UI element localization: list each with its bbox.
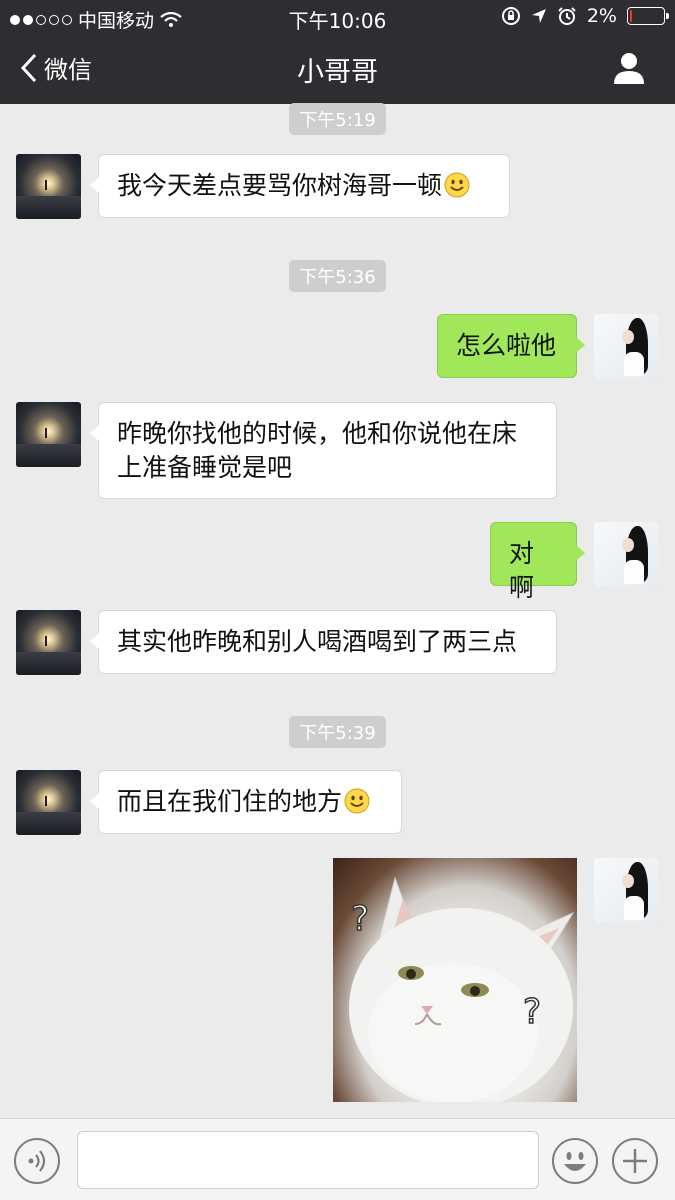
message-text: 而且在我们住的地方 — [117, 787, 343, 816]
battery-percent: 2% — [586, 5, 617, 27]
timestamp: 下午5:19 — [0, 103, 675, 135]
message-text-line: 昨晚你找他的时候，他和你说他在床 — [117, 419, 518, 448]
timestamp-text: 下午5:36 — [289, 260, 386, 292]
cat-drawing: ? ? — [349, 876, 575, 1102]
timestamp-text: 下午5:19 — [289, 103, 386, 135]
input-bar — [0, 1118, 675, 1200]
message-text: 我今天差点要骂你树海哥一顿 — [117, 171, 443, 200]
nav-bar: 微信 小哥哥 — [0, 34, 675, 104]
battery-fill — [630, 10, 632, 22]
back-label: 微信 — [44, 56, 92, 84]
my-avatar[interactable] — [594, 314, 659, 379]
voice-icon — [28, 1150, 46, 1172]
status-bar: 中国移动 下午10:06 2% — [0, 0, 675, 34]
question-mark: ? — [523, 992, 541, 1032]
chat-title: 小哥哥 — [297, 57, 378, 88]
message-bubble-outgoing[interactable]: 对啊 — [490, 522, 585, 602]
chevron-left-icon — [20, 53, 37, 82]
message-bubble-incoming[interactable]: 我今天差点要骂你树海哥一顿 — [90, 154, 510, 218]
message-input[interactable] — [77, 1131, 539, 1189]
contact-avatar[interactable] — [16, 610, 81, 675]
smile-emoji-icon — [444, 172, 470, 198]
message-bubble-incoming[interactable]: 而且在我们住的地方 — [90, 770, 402, 834]
status-right: 2% — [501, 5, 669, 27]
smile-emoji-icon — [344, 788, 370, 814]
timestamp: 下午5:39 — [0, 716, 675, 748]
question-mark: ? — [351, 899, 369, 939]
contact-avatar[interactable] — [16, 770, 81, 835]
alarm-icon — [558, 7, 576, 25]
timestamp-text: 下午5:39 — [289, 716, 386, 748]
message-bubble-outgoing[interactable]: 怎么啦他 — [437, 314, 585, 378]
voice-button[interactable] — [14, 1138, 60, 1184]
message-bubble-incoming[interactable]: 其实他昨晚和别人喝酒喝到了两三点 — [90, 610, 557, 674]
message-text-line: 上准备睡觉是吧 — [117, 453, 293, 482]
message-text: 其实他昨晚和别人喝酒喝到了两三点 — [117, 627, 518, 656]
location-icon — [531, 9, 546, 23]
battery-icon — [627, 7, 669, 25]
my-avatar[interactable] — [594, 858, 659, 923]
plus-icon — [623, 1149, 647, 1173]
contact-avatar[interactable] — [16, 154, 81, 219]
my-avatar[interactable] — [594, 522, 659, 587]
person-icon[interactable] — [611, 50, 647, 86]
plus-button[interactable] — [612, 1138, 658, 1184]
message-bubble-incoming[interactable]: 昨晚你找他的时候，他和你说他在床 上准备睡觉是吧 — [90, 402, 557, 499]
emoji-button[interactable] — [552, 1138, 598, 1184]
cat-sticker-image[interactable]: ? ? — [333, 858, 577, 1102]
message-text: 对啊 — [509, 539, 535, 602]
top-bar: 中国移动 下午10:06 2% 微信 小哥哥 — [0, 0, 675, 104]
timestamp: 下午5:36 — [0, 260, 675, 292]
emoji-icon — [564, 1152, 586, 1171]
back-button[interactable]: 微信 — [20, 50, 92, 85]
message-text: 怎么啦他 — [456, 331, 557, 360]
contact-avatar[interactable] — [16, 402, 81, 467]
rotation-lock-icon — [501, 7, 520, 25]
